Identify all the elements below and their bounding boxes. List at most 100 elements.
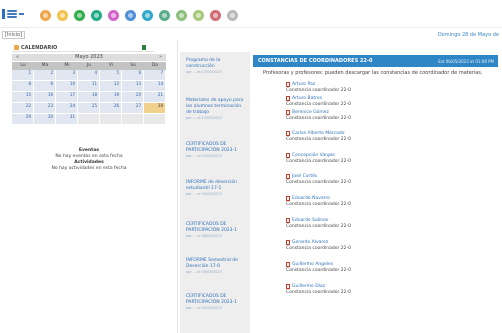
calendar-day[interactable]: 15 — [12, 92, 33, 102]
pdf-icon[interactable] — [286, 82, 290, 87]
calendar-day[interactable]: 31 — [56, 114, 77, 124]
calendar-day[interactable]: 21 — [144, 92, 165, 102]
news-item[interactable]: Materiales de apoyo para los alumnos ter… — [186, 98, 246, 121]
calendar-day[interactable]: 12 — [100, 81, 121, 91]
pdf-icon[interactable] — [286, 240, 290, 245]
pdf-icon[interactable] — [286, 262, 290, 267]
document-item[interactable]: Arturo Batres Constancia coordinador 22-… — [286, 96, 466, 109]
calendar-day[interactable]: 17 — [56, 92, 77, 102]
document-author[interactable]: Eduardo Salinas — [292, 218, 328, 223]
calendar-day[interactable]: 8 — [12, 81, 33, 91]
news-item[interactable]: INFORME Semestral de Deserción 17-0 por … — [186, 258, 246, 275]
weekday-label: Ma — [41, 63, 49, 68]
spreadsheet-icon[interactable] — [142, 45, 146, 50]
menu-icon[interactable] — [2, 9, 26, 19]
app-icon-6[interactable] — [125, 10, 136, 21]
app-icon-1[interactable] — [40, 10, 51, 21]
document-item[interactable]: Guillermo Díaz Constancia coordinador 22… — [286, 284, 466, 297]
pdf-icon[interactable] — [286, 218, 290, 223]
document-item[interactable]: Berenice Gómez Constancia coordinador 22… — [286, 110, 466, 123]
calendar-day[interactable]: 22 — [12, 103, 33, 113]
calendar-day[interactable]: 10 — [56, 81, 77, 91]
calendar-day[interactable]: 9 — [34, 81, 55, 91]
app-icon-3[interactable] — [74, 10, 85, 21]
pdf-icon[interactable] — [286, 153, 290, 158]
calendar-day[interactable]: 30 — [34, 114, 55, 124]
calendar-day[interactable]: 27 — [122, 103, 143, 113]
calendar-day[interactable]: 6 — [122, 70, 143, 80]
app-icon-4[interactable] — [91, 10, 102, 21]
app-icon-10[interactable] — [193, 10, 204, 21]
calendar-day[interactable]: 23 — [34, 103, 55, 113]
document-title: Constancia coordinador 22-0 — [286, 290, 351, 295]
activities-empty-text: No hay actividades en esta fecha — [51, 166, 127, 171]
panel-header: CONSTANCIAS DE COORDINADORES 22-0 Sat 06… — [253, 55, 498, 67]
calendar-day[interactable]: 29 — [12, 114, 33, 124]
calendar-day[interactable]: 5 — [100, 70, 121, 80]
breadcrumb[interactable]: [Inicio] — [2, 31, 26, 39]
news-item[interactable]: CERTIFICADOS DE PARTICIPACIÓN 2023-1 por… — [186, 222, 246, 239]
news-title[interactable]: Materiales de apoyo para los alumnos ter… — [186, 98, 246, 116]
calendar-day[interactable]: 16 — [34, 92, 55, 102]
calendar-day[interactable]: 11 — [78, 81, 99, 91]
document-item[interactable]: José Cortés Constancia coordinador 22-0 — [286, 174, 466, 187]
app-icon-5[interactable] — [108, 10, 119, 21]
document-author[interactable]: Concepción Vargas — [292, 153, 335, 158]
app-icon-2[interactable] — [57, 10, 68, 21]
document-author[interactable]: Guillermo Díaz — [292, 284, 325, 289]
calendar-day[interactable]: 13 — [122, 81, 143, 91]
calendar-day[interactable]: 3 — [56, 70, 77, 80]
news-title[interactable]: INFORME Semestral de Deserción 17-0 — [186, 258, 246, 270]
calendar-day[interactable]: 7 — [144, 70, 165, 80]
app-icon-12[interactable] — [227, 10, 238, 21]
pdf-icon[interactable] — [286, 284, 290, 289]
calendar-day[interactable]: 20 — [122, 92, 143, 102]
news-title[interactable]: Programa de la construcción — [186, 58, 246, 70]
calendar-day[interactable]: 19 — [100, 92, 121, 102]
document-author[interactable]: Carlos Alberto Mercado — [292, 131, 345, 136]
calendar-day[interactable]: 2 — [34, 70, 55, 80]
document-author[interactable]: Berenice Gómez — [292, 110, 329, 115]
document-item[interactable]: Concepción Vargas Constancia coordinador… — [286, 153, 466, 166]
weekday-label: Mi — [64, 63, 70, 68]
app-icon-8[interactable] — [159, 10, 170, 21]
news-title[interactable]: INFORME de deserción estudiantil 17-1 — [186, 180, 246, 192]
document-author[interactable]: Arturo Batres — [292, 96, 322, 101]
news-item[interactable]: CERTIFICADOS DE PARTICIPACIÓN 2023-1 por… — [186, 294, 246, 311]
document-author[interactable]: Eduardo Navarro — [292, 196, 330, 201]
document-item[interactable]: Carlos Alberto Mercado Constancia coordi… — [286, 131, 466, 144]
news-item[interactable]: INFORME de deserción estudiantil 17-1 po… — [186, 180, 246, 197]
news-title[interactable]: CERTIFICADOS DE PARTICIPACIÓN 2023-1 — [186, 222, 246, 234]
news-item[interactable]: Programa de la construcción por ... el 1… — [186, 58, 246, 75]
app-icon-11[interactable] — [210, 10, 221, 21]
calendar-day[interactable]: 25 — [78, 103, 99, 113]
document-author[interactable]: José Cortés — [292, 174, 317, 179]
calendar-day[interactable]: 4 — [78, 70, 99, 80]
pdf-icon[interactable] — [286, 96, 290, 101]
pdf-icon[interactable] — [286, 131, 290, 136]
news-title[interactable]: CERTIFICADOS DE PARTICIPACIÓN 2023-1 — [186, 294, 246, 306]
pdf-icon[interactable] — [286, 174, 290, 179]
pdf-icon[interactable] — [286, 110, 290, 115]
next-month-button[interactable]: » — [159, 54, 162, 60]
document-item[interactable]: Arturo Paz Constancia coordinador 22-0 — [286, 82, 466, 95]
pdf-icon[interactable] — [286, 196, 290, 201]
app-icon-7[interactable] — [142, 10, 153, 21]
document-author[interactable]: Guillermo Angeles — [292, 262, 333, 267]
document-item[interactable]: Eduardo Navarro Constancia coordinador 2… — [286, 196, 466, 209]
document-item[interactable]: Guillermo Angeles Constancia coordinador… — [286, 262, 466, 275]
document-author[interactable]: Arturo Paz — [292, 82, 315, 87]
news-item[interactable]: CERTIFICADOS DE PARTICIPACIÓN 2023-1 por… — [186, 142, 246, 159]
calendar-day-today[interactable]: 28 — [144, 103, 165, 113]
document-author[interactable]: Gerardo Alvarez — [292, 240, 328, 245]
calendar-day-empty — [122, 114, 143, 124]
app-icon-9[interactable] — [176, 10, 187, 21]
calendar-day[interactable]: 18 — [78, 92, 99, 102]
news-title[interactable]: CERTIFICADOS DE PARTICIPACIÓN 2023-1 — [186, 142, 246, 154]
document-item[interactable]: Gerardo Alvarez Constancia coordinador 2… — [286, 240, 466, 253]
calendar-day[interactable]: 1 — [12, 70, 33, 80]
calendar-day[interactable]: 26 — [100, 103, 121, 113]
calendar-day[interactable]: 14 — [144, 81, 165, 91]
calendar-day[interactable]: 24 — [56, 103, 77, 113]
document-item[interactable]: Eduardo Salinas Constancia coordinador 2… — [286, 218, 466, 231]
